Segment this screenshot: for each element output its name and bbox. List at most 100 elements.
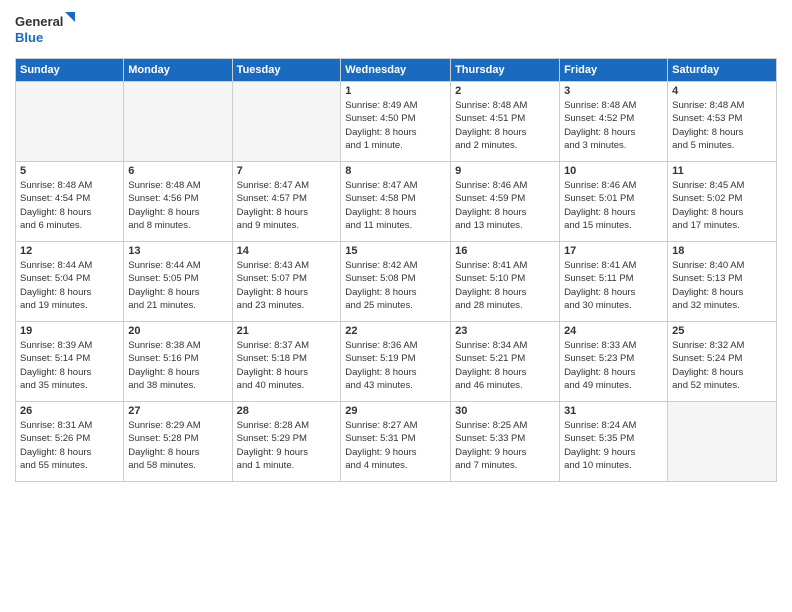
calendar-cell: 12 Sunrise: 8:44 AMSunset: 5:04 PMDayligh… [16, 242, 124, 322]
day-info: Sunrise: 8:37 AMSunset: 5:18 PMDaylight:… [237, 339, 337, 392]
day-number: 25 [672, 325, 772, 337]
day-info: Sunrise: 8:29 AMSunset: 5:28 PMDaylight:… [128, 419, 227, 472]
weekday-header-tuesday: Tuesday [232, 59, 341, 82]
calendar-week-row: 12 Sunrise: 8:44 AMSunset: 5:04 PMDayligh… [16, 242, 777, 322]
logo: General Blue [15, 10, 75, 50]
day-info: Sunrise: 8:42 AMSunset: 5:08 PMDaylight:… [345, 259, 446, 312]
day-info: Sunrise: 8:36 AMSunset: 5:19 PMDaylight:… [345, 339, 446, 392]
day-info: Sunrise: 8:48 AMSunset: 4:53 PMDaylight:… [672, 99, 772, 152]
calendar-table: SundayMondayTuesdayWednesdayThursdayFrid… [15, 58, 777, 482]
day-number: 28 [237, 405, 337, 417]
calendar-cell: 6 Sunrise: 8:48 AMSunset: 4:56 PMDaylight… [124, 162, 232, 242]
calendar-cell: 8Sunrise: 8:47 AMSunset: 4:58 PMDaylight… [341, 162, 451, 242]
day-number: 7 [237, 165, 337, 177]
day-number: 15 [345, 245, 446, 257]
day-number: 10 [564, 165, 663, 177]
header: General Blue [15, 10, 777, 50]
day-number: 14 [237, 245, 337, 257]
day-number: 12 [20, 245, 119, 257]
calendar-cell: 23Sunrise: 8:34 AMSunset: 5:21 PMDayligh… [451, 322, 560, 402]
day-info: Sunrise: 8:40 AMSunset: 5:13 PMDaylight:… [672, 259, 772, 312]
calendar-cell: 26 Sunrise: 8:31 AMSunset: 5:26 PMDayligh… [16, 402, 124, 482]
day-number: 22 [345, 325, 446, 337]
day-number: 27 [128, 405, 227, 417]
day-number: 11 [672, 165, 772, 177]
calendar-cell: 22 Sunrise: 8:36 AMSunset: 5:19 PMDayligh… [341, 322, 451, 402]
calendar-cell: 11 Sunrise: 8:45 AMSunset: 5:02 PMDayligh… [668, 162, 777, 242]
day-number: 6 [128, 165, 227, 177]
day-info: Sunrise: 8:48 AMSunset: 4:52 PMDaylight:… [564, 99, 663, 152]
day-info: Sunrise: 8:46 AMSunset: 5:01 PMDaylight:… [564, 179, 663, 232]
calendar-cell: 20 Sunrise: 8:38 AMSunset: 5:16 PMDayligh… [124, 322, 232, 402]
day-info: Sunrise: 8:48 AMSunset: 4:51 PMDaylight:… [455, 99, 555, 152]
day-number: 8 [345, 165, 446, 177]
day-info: Sunrise: 8:44 AMSunset: 5:04 PMDaylight:… [20, 259, 119, 312]
calendar-cell [232, 82, 341, 162]
day-info: Sunrise: 8:46 AMSunset: 4:59 PMDaylight:… [455, 179, 555, 232]
calendar-cell: 28 Sunrise: 8:28 AMSunset: 5:29 PMDayligh… [232, 402, 341, 482]
calendar-cell: 10 Sunrise: 8:46 AMSunset: 5:01 PMDayligh… [560, 162, 668, 242]
calendar-cell: 5 Sunrise: 8:48 AMSunset: 4:54 PMDaylight… [16, 162, 124, 242]
calendar-cell: 7Sunrise: 8:47 AMSunset: 4:57 PMDaylight… [232, 162, 341, 242]
calendar-cell: 3 Sunrise: 8:48 AMSunset: 4:52 PMDaylight… [560, 82, 668, 162]
calendar-week-row: 26 Sunrise: 8:31 AMSunset: 5:26 PMDayligh… [16, 402, 777, 482]
day-info: Sunrise: 8:32 AMSunset: 5:24 PMDaylight:… [672, 339, 772, 392]
calendar-cell: 30 Sunrise: 8:25 AMSunset: 5:33 PMDayligh… [451, 402, 560, 482]
day-number: 30 [455, 405, 555, 417]
day-number: 19 [20, 325, 119, 337]
day-info: Sunrise: 8:41 AMSunset: 5:10 PMDaylight:… [455, 259, 555, 312]
day-number: 20 [128, 325, 227, 337]
day-number: 9 [455, 165, 555, 177]
calendar-cell [124, 82, 232, 162]
weekday-header-wednesday: Wednesday [341, 59, 451, 82]
day-number: 21 [237, 325, 337, 337]
calendar-cell: 13 Sunrise: 8:44 AMSunset: 5:05 PMDayligh… [124, 242, 232, 322]
logo-svg: General Blue [15, 10, 75, 50]
calendar-cell: 1 Sunrise: 8:49 AMSunset: 4:50 PMDaylight… [341, 82, 451, 162]
day-info: Sunrise: 8:48 AMSunset: 4:56 PMDaylight:… [128, 179, 227, 232]
day-info: Sunrise: 8:31 AMSunset: 5:26 PMDaylight:… [20, 419, 119, 472]
calendar-cell [668, 402, 777, 482]
calendar-cell: 25 Sunrise: 8:32 AMSunset: 5:24 PMDayligh… [668, 322, 777, 402]
weekday-header-monday: Monday [124, 59, 232, 82]
day-number: 26 [20, 405, 119, 417]
day-info: Sunrise: 8:25 AMSunset: 5:33 PMDaylight:… [455, 419, 555, 472]
svg-text:General: General [15, 14, 63, 29]
calendar-cell: 21 Sunrise: 8:37 AMSunset: 5:18 PMDayligh… [232, 322, 341, 402]
day-number: 29 [345, 405, 446, 417]
day-number: 18 [672, 245, 772, 257]
day-number: 1 [345, 85, 446, 97]
calendar-week-row: 1 Sunrise: 8:49 AMSunset: 4:50 PMDaylight… [16, 82, 777, 162]
day-number: 5 [20, 165, 119, 177]
calendar-cell: 14 Sunrise: 8:43 AMSunset: 5:07 PMDayligh… [232, 242, 341, 322]
day-info: Sunrise: 8:44 AMSunset: 5:05 PMDaylight:… [128, 259, 227, 312]
day-info: Sunrise: 8:38 AMSunset: 5:16 PMDaylight:… [128, 339, 227, 392]
day-info: Sunrise: 8:45 AMSunset: 5:02 PMDaylight:… [672, 179, 772, 232]
calendar-cell: 19 Sunrise: 8:39 AMSunset: 5:14 PMDayligh… [16, 322, 124, 402]
day-info: Sunrise: 8:48 AMSunset: 4:54 PMDaylight:… [20, 179, 119, 232]
day-number: 13 [128, 245, 227, 257]
calendar-cell: 9 Sunrise: 8:46 AMSunset: 4:59 PMDaylight… [451, 162, 560, 242]
day-number: 2 [455, 85, 555, 97]
calendar-cell: 17Sunrise: 8:41 AMSunset: 5:11 PMDayligh… [560, 242, 668, 322]
day-info: Sunrise: 8:28 AMSunset: 5:29 PMDaylight:… [237, 419, 337, 472]
calendar-cell: 29 Sunrise: 8:27 AMSunset: 5:31 PMDayligh… [341, 402, 451, 482]
day-number: 3 [564, 85, 663, 97]
day-info: Sunrise: 8:43 AMSunset: 5:07 PMDaylight:… [237, 259, 337, 312]
day-info: Sunrise: 8:27 AMSunset: 5:31 PMDaylight:… [345, 419, 446, 472]
calendar-container: General Blue SundayMondayTuesdayWednesda… [0, 0, 792, 487]
calendar-cell: 24Sunrise: 8:33 AMSunset: 5:23 PMDayligh… [560, 322, 668, 402]
day-info: Sunrise: 8:24 AMSunset: 5:35 PMDaylight:… [564, 419, 663, 472]
day-info: Sunrise: 8:49 AMSunset: 4:50 PMDaylight:… [345, 99, 446, 152]
weekday-header-friday: Friday [560, 59, 668, 82]
calendar-cell: 2 Sunrise: 8:48 AMSunset: 4:51 PMDaylight… [451, 82, 560, 162]
day-number: 23 [455, 325, 555, 337]
day-number: 16 [455, 245, 555, 257]
weekday-header-sunday: Sunday [16, 59, 124, 82]
calendar-week-row: 19 Sunrise: 8:39 AMSunset: 5:14 PMDayligh… [16, 322, 777, 402]
day-info: Sunrise: 8:39 AMSunset: 5:14 PMDaylight:… [20, 339, 119, 392]
day-info: Sunrise: 8:33 AMSunset: 5:23 PMDaylight:… [564, 339, 663, 392]
weekday-header-thursday: Thursday [451, 59, 560, 82]
calendar-cell: 4Sunrise: 8:48 AMSunset: 4:53 PMDaylight… [668, 82, 777, 162]
weekday-header-saturday: Saturday [668, 59, 777, 82]
